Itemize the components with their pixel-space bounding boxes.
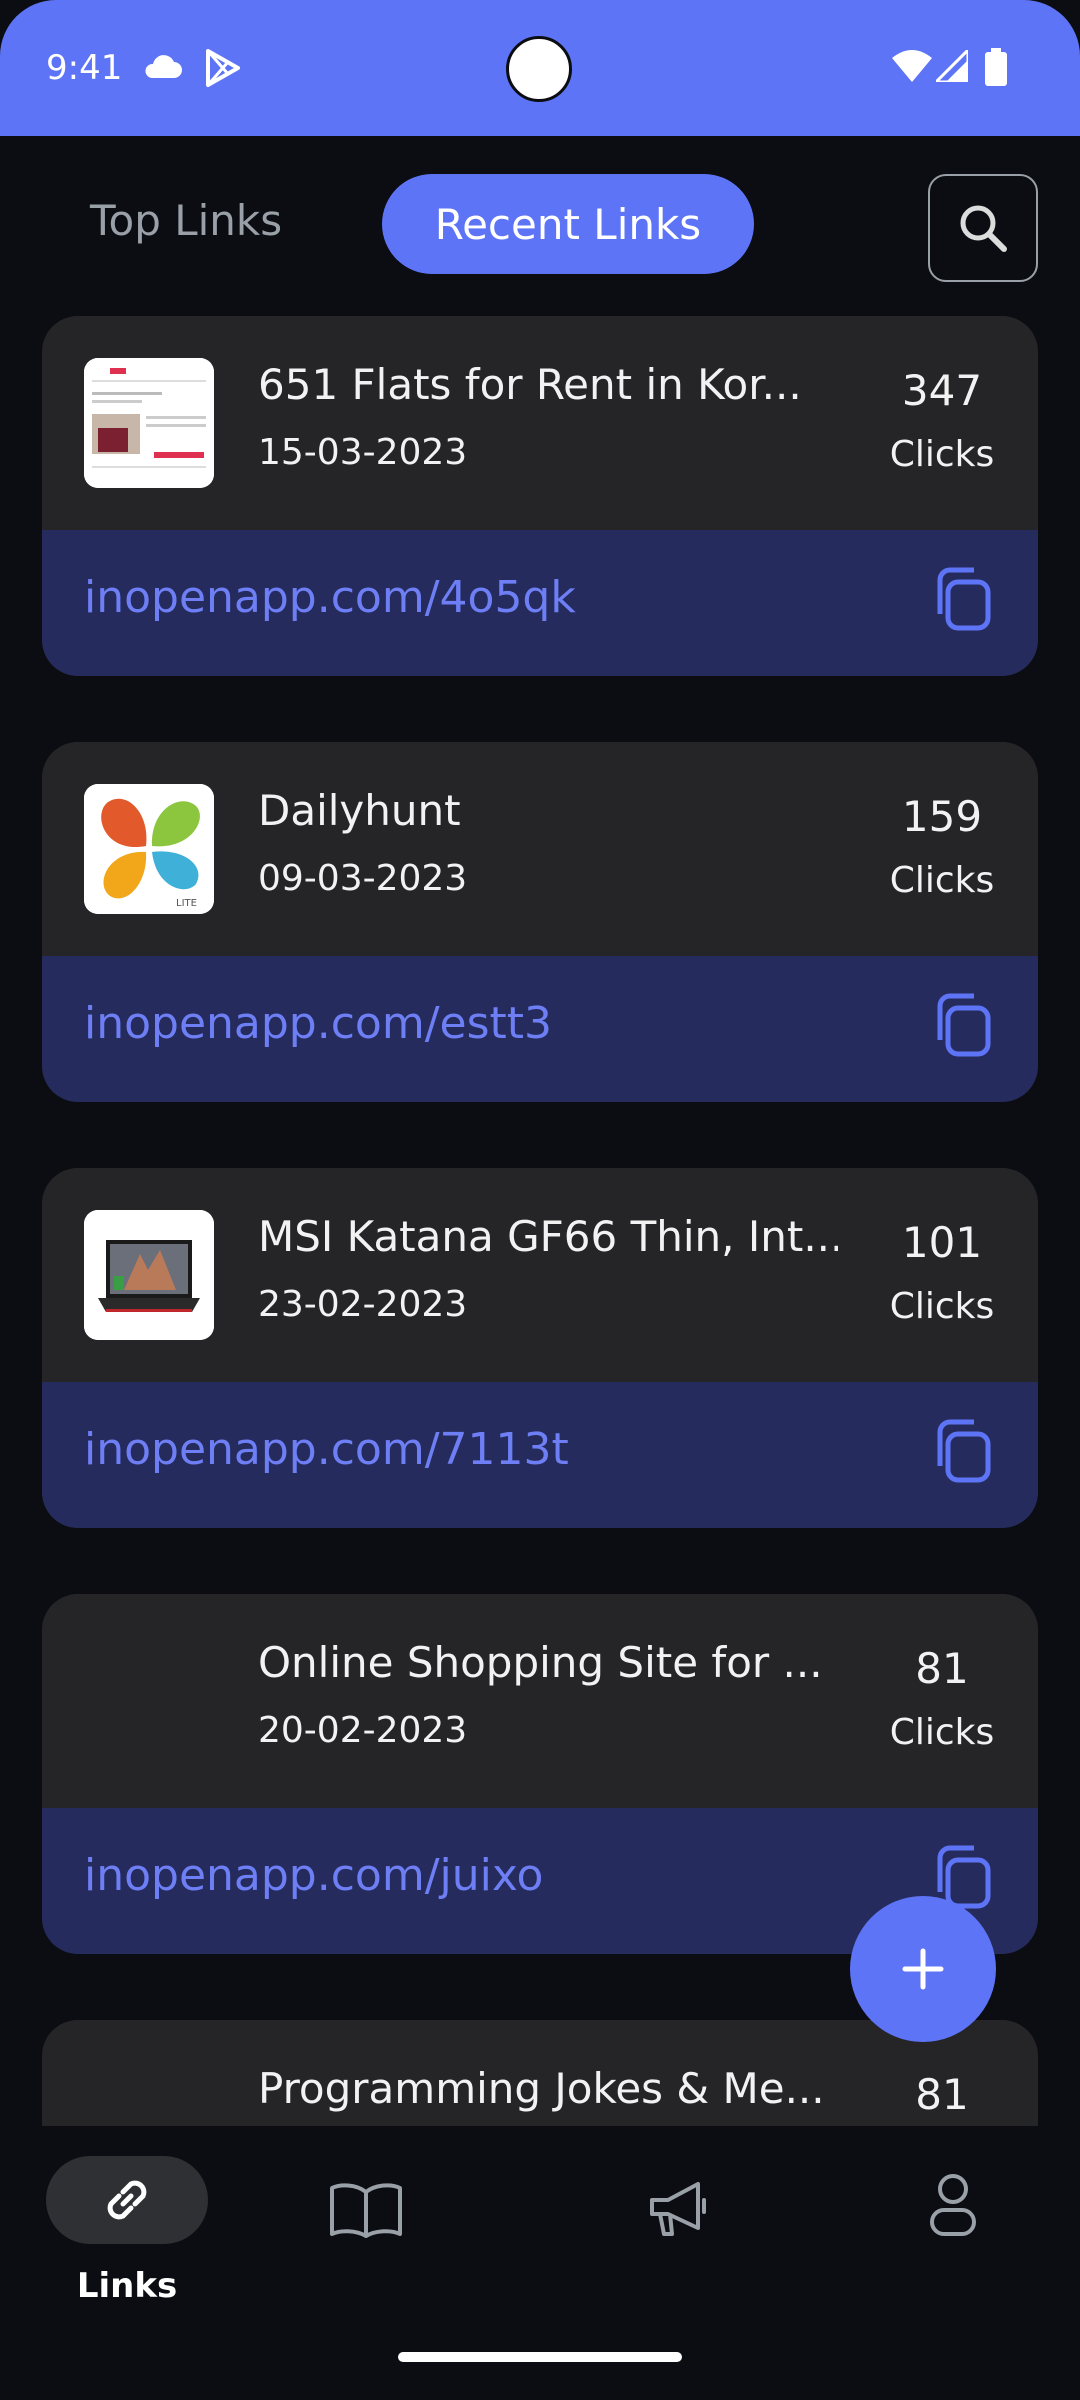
link-title: Programming Jokes & Me... bbox=[258, 2064, 825, 2113]
copy-icon[interactable] bbox=[934, 1418, 994, 1484]
nav-item-campaigns[interactable] bbox=[646, 2176, 710, 2240]
link-title: Dailyhunt bbox=[258, 786, 461, 835]
click-count: 81 bbox=[915, 2070, 969, 2119]
book-icon bbox=[330, 2183, 402, 2238]
nav-item-links[interactable]: Links bbox=[46, 2156, 208, 2306]
nav-item-profile[interactable] bbox=[928, 2172, 978, 2238]
signal-icon bbox=[936, 50, 968, 82]
link-date: 15-03-2023 bbox=[258, 432, 468, 473]
nav-label-links: Links bbox=[76, 2266, 178, 2306]
wifi-icon bbox=[892, 50, 932, 82]
megaphone-icon bbox=[650, 2182, 706, 2236]
status-bar: 9:41 bbox=[0, 0, 1080, 136]
home-indicator[interactable] bbox=[398, 2352, 682, 2362]
click-label: Clicks bbox=[889, 1712, 995, 1753]
click-count: 101 bbox=[901, 1218, 983, 1267]
click-count: 81 bbox=[915, 1644, 969, 1693]
link-card[interactable]: 651 Flats for Rent in Kor... 15-03-2023 … bbox=[42, 316, 1038, 676]
link-title: 651 Flats for Rent in Kor... bbox=[258, 360, 802, 409]
thumb-badge: LITE bbox=[176, 898, 197, 909]
play-store-icon bbox=[206, 49, 240, 87]
link-card-header: Online Shopping Site for ... 20-02-2023 … bbox=[42, 1594, 1038, 1808]
link-card-header: Programming Jokes & Me... 81 bbox=[42, 2020, 1038, 2126]
copy-icon[interactable] bbox=[934, 992, 994, 1058]
link-thumbnail bbox=[84, 358, 214, 488]
camera-cutout bbox=[506, 36, 572, 102]
profile-icon bbox=[930, 2174, 976, 2236]
link-card[interactable]: MSI Katana GF66 Thin, Int... 23-02-2023 … bbox=[42, 1168, 1038, 1528]
link-card[interactable]: Programming Jokes & Me... 81 bbox=[42, 2020, 1038, 2126]
short-url[interactable]: inopenapp.com/7113t bbox=[84, 1424, 569, 1475]
link-card[interactable]: Online Shopping Site for ... 20-02-2023 … bbox=[42, 1594, 1038, 1954]
link-date: 20-02-2023 bbox=[258, 1710, 468, 1751]
link-card-header: LITE Dailyhunt 09-03-2023 159 Clicks bbox=[42, 742, 1038, 956]
copy-icon[interactable] bbox=[934, 566, 994, 632]
link-card-header: MSI Katana GF66 Thin, Int... 23-02-2023 … bbox=[42, 1168, 1038, 1382]
click-count: 159 bbox=[901, 792, 983, 841]
link-date: 23-02-2023 bbox=[258, 1284, 468, 1325]
short-url[interactable]: inopenapp.com/4o5qk bbox=[84, 572, 576, 623]
status-time: 9:41 bbox=[46, 48, 123, 88]
plus-icon bbox=[902, 1948, 944, 1990]
short-url[interactable]: inopenapp.com/juixo bbox=[84, 1850, 543, 1901]
links-list: 651 Flats for Rent in Kor... 15-03-2023 … bbox=[0, 136, 1080, 2126]
nav-active-pill bbox=[46, 2156, 208, 2244]
link-title: MSI Katana GF66 Thin, Int... bbox=[258, 1212, 838, 1261]
link-date: 09-03-2023 bbox=[258, 858, 468, 899]
link-title: Online Shopping Site for ... bbox=[258, 1638, 823, 1687]
click-label: Clicks bbox=[889, 434, 995, 475]
cloud-icon bbox=[145, 55, 182, 78]
battery-icon bbox=[985, 48, 1007, 86]
link-card-header: 651 Flats for Rent in Kor... 15-03-2023 … bbox=[42, 316, 1038, 530]
add-link-button[interactable] bbox=[850, 1896, 996, 2042]
nav-item-courses[interactable] bbox=[328, 2180, 404, 2240]
app-body: Top Links Recent Links 651 Flats for Ren… bbox=[0, 136, 1080, 2400]
link-card[interactable]: LITE Dailyhunt 09-03-2023 159 Clicks ino… bbox=[42, 742, 1038, 1102]
link-thumbnail: LITE bbox=[84, 784, 214, 914]
link-thumbnail bbox=[84, 1210, 214, 1340]
short-url[interactable]: inopenapp.com/estt3 bbox=[84, 998, 552, 1049]
click-label: Clicks bbox=[889, 1286, 995, 1327]
click-label: Clicks bbox=[889, 860, 995, 901]
click-count: 347 bbox=[901, 366, 983, 415]
link-icon bbox=[107, 2180, 147, 2220]
